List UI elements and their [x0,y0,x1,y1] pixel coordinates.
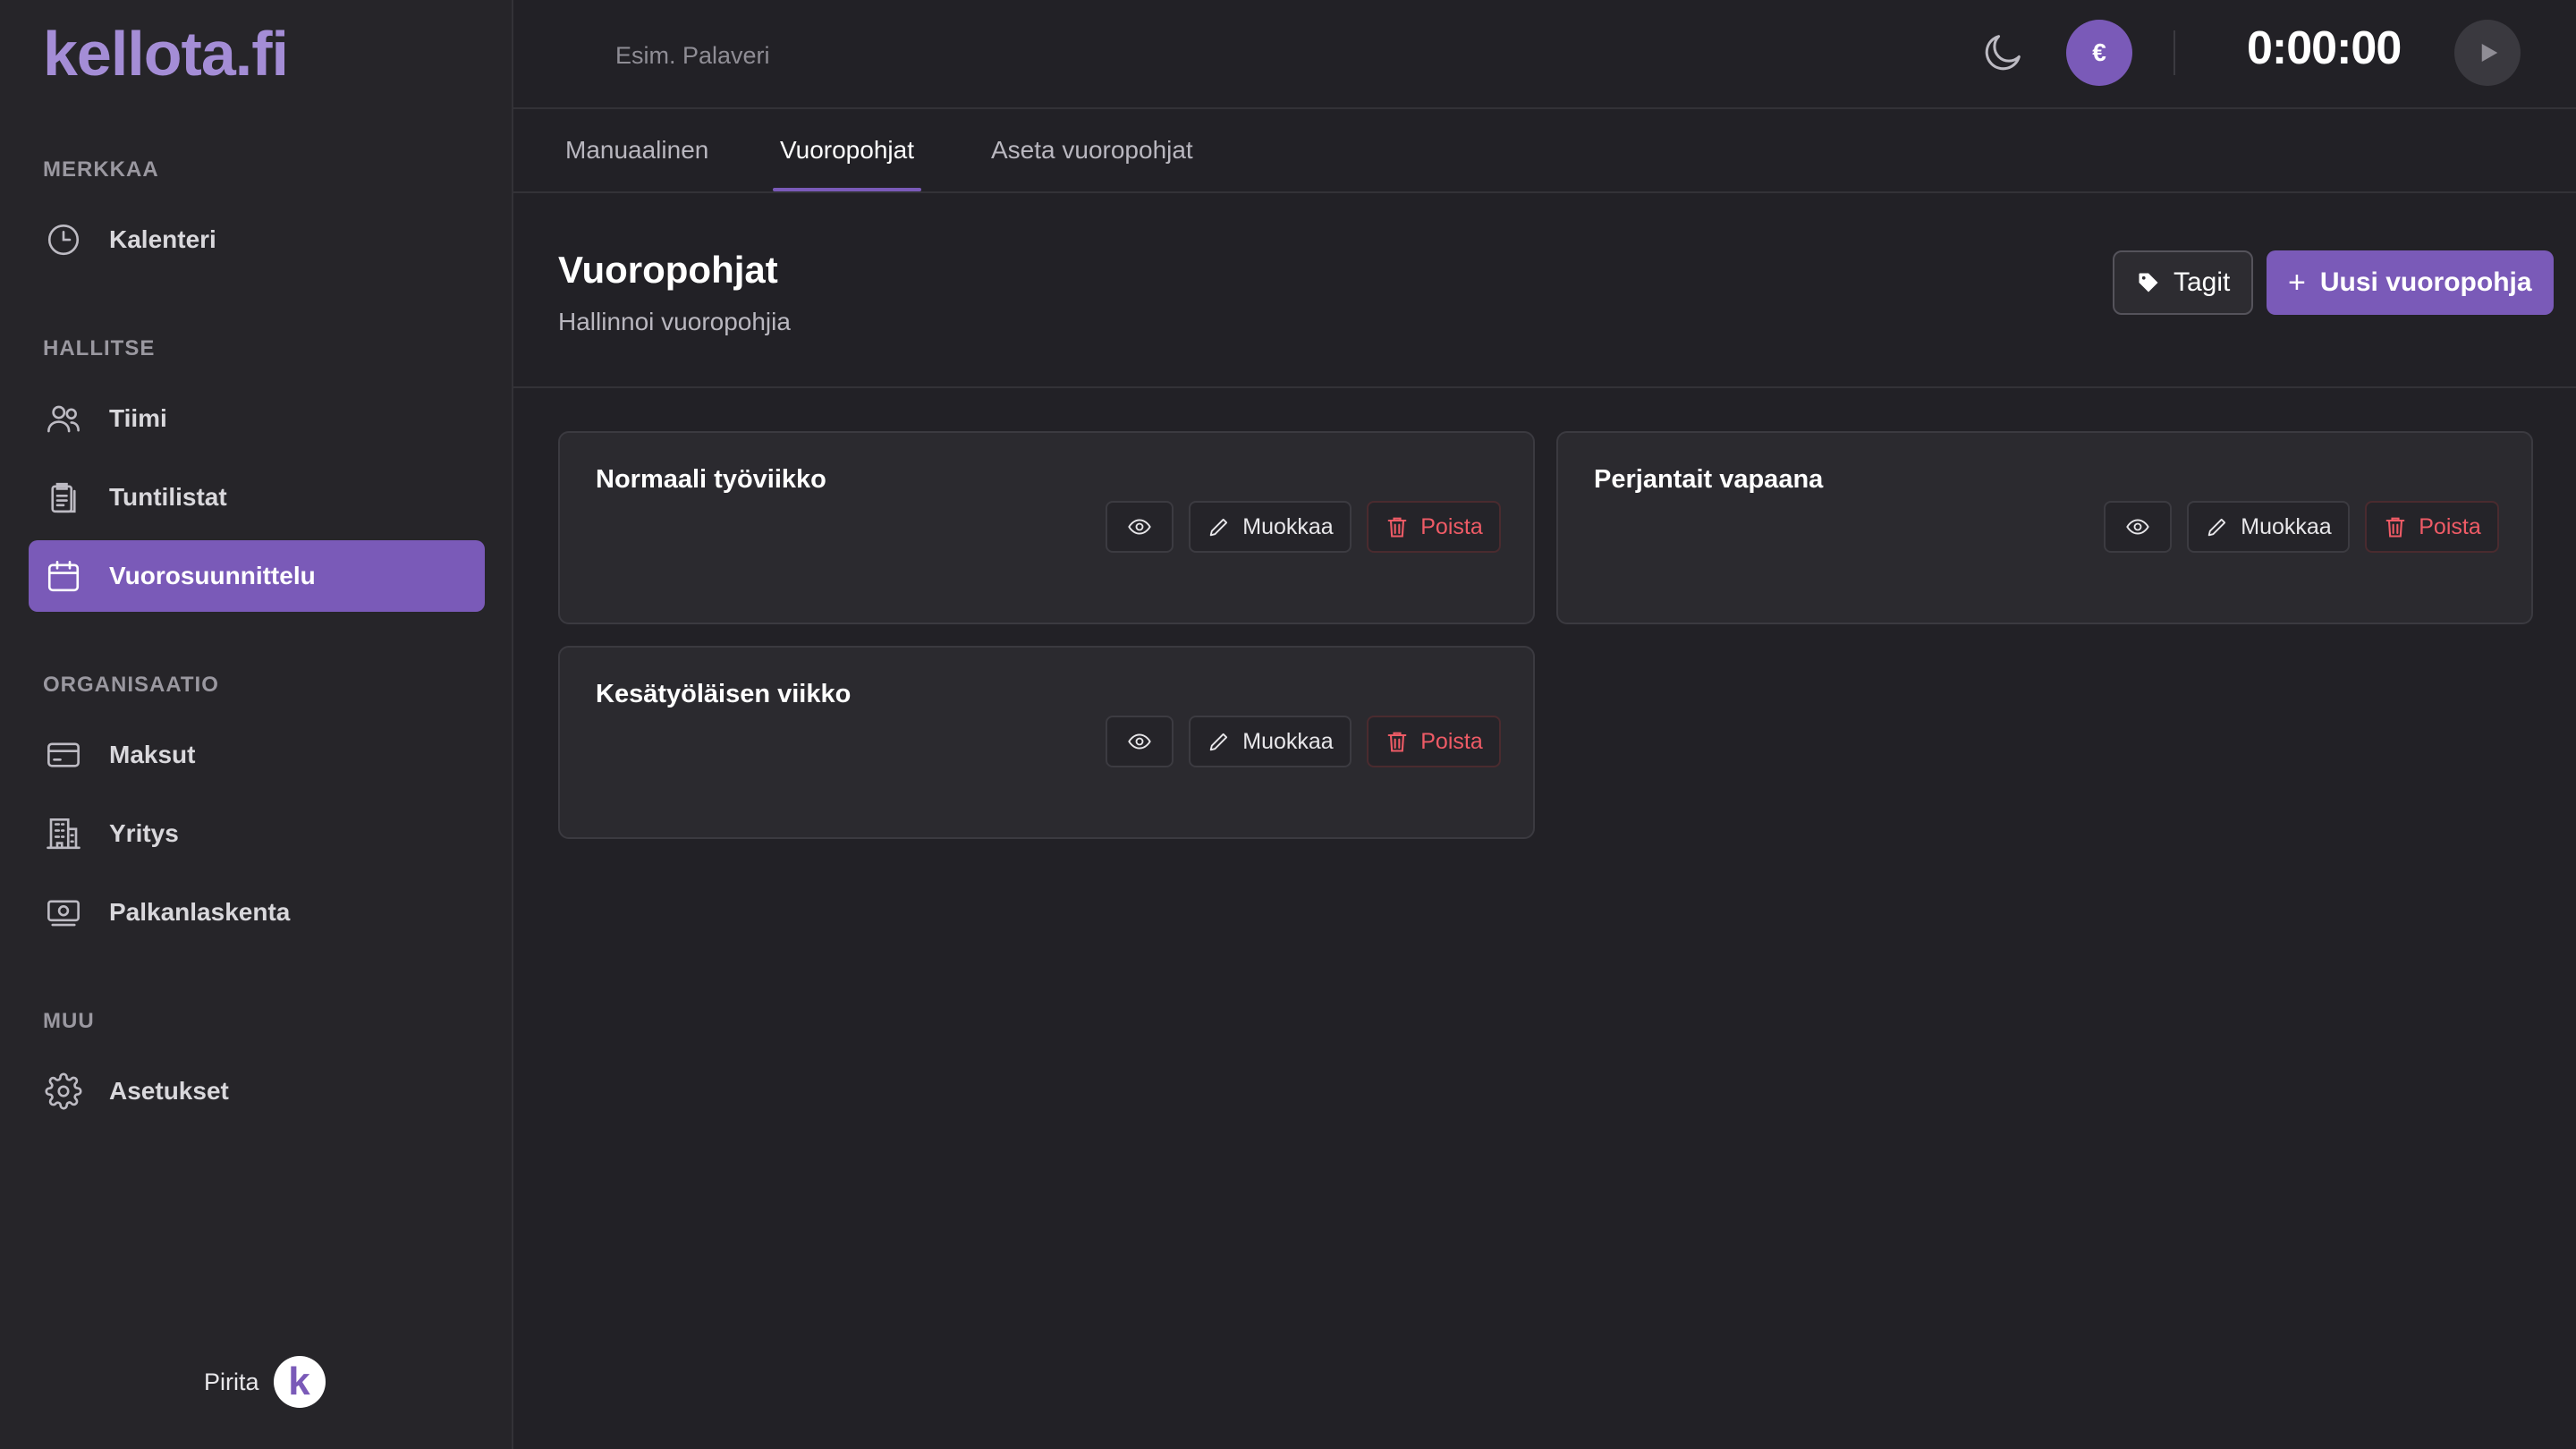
play-button[interactable] [2454,20,2521,86]
edit-button-label: Muokkaa [1242,728,1334,754]
template-card: Kesätyöläisen viikko Muokkaa Poista [558,646,1535,839]
eye-icon [1128,519,1151,535]
delete-button[interactable]: Poista [1367,501,1501,553]
sidebar-item-yritys[interactable]: Yritys [29,798,485,869]
sidebar-item-label: Tiimi [109,404,167,432]
credit-card-icon [47,742,80,767]
app-logo[interactable]: kellota.fi [43,18,289,89]
users-icon [47,405,80,433]
delete-button-label: Poista [2419,513,2481,539]
tab-vuoropohjat[interactable]: Vuoropohjat [773,109,921,191]
section-label-organisaatio: ORGANISAATIO [43,673,219,697]
pencil-icon [1209,518,1228,537]
delete-button-label: Poista [1420,513,1483,539]
tags-button[interactable]: Tagit [2113,250,2254,315]
currency-button[interactable]: € [2066,20,2132,86]
pencil-icon [1209,733,1228,751]
header-divider [2174,30,2175,75]
sidebar-item-asetukset[interactable]: Asetukset [29,1055,485,1127]
edit-button[interactable]: Muokkaa [1189,716,1352,767]
sidebar-item-kalenteri[interactable]: Kalenteri [29,204,485,275]
view-button[interactable] [2104,501,2172,553]
sidebar-item-label: Asetukset [109,1077,229,1105]
sidebar-item-maksut[interactable]: Maksut [29,719,485,791]
sidebar-item-label: Palkanlaskenta [109,898,291,926]
sidebar-item-label: Vuorosuunnittelu [109,562,316,589]
edit-button[interactable]: Muokkaa [1189,501,1352,553]
section-label-muu: MUU [43,1009,95,1033]
play-icon [2481,44,2498,62]
moon-icon[interactable] [1980,29,2027,75]
edit-button[interactable]: Muokkaa [2187,501,2350,553]
template-name: Perjantait vapaana [1594,465,1824,494]
page-header: Vuoropohjat Hallinnoi vuoropohjia Tagit … [513,193,2576,388]
sidebar-item-tuntilistat[interactable]: Tuntilistat [29,462,485,533]
tab-bar: Manuaalinen Vuoropohjat Aseta vuoropohja… [513,109,2576,193]
view-button[interactable] [1106,716,1174,767]
sidebar: kellota.fi MERKKAA Kalenteri HALLITSE Ti… [0,0,513,1449]
sidebar-item-label: Yritys [109,819,179,847]
gear-icon [45,1072,82,1110]
edit-button-label: Muokkaa [1242,513,1334,539]
tab-manuaalinen[interactable]: Manuaalinen [565,109,708,191]
eye-icon [1128,733,1151,750]
sidebar-item-label: Tuntilistat [109,483,227,511]
calendar-icon [47,560,80,592]
sidebar-item-tiimi[interactable]: Tiimi [29,383,485,454]
delete-button-label: Poista [1420,728,1483,754]
trash-icon [1387,517,1407,538]
tab-aseta-vuoropohjat[interactable]: Aseta vuoropohjat [991,109,1193,191]
template-card: Perjantait vapaana Muokkaa Poista [1556,431,2533,624]
money-icon [47,900,80,927]
template-name: Kesätyöläisen viikko [596,680,852,708]
sidebar-item-label: Kalenteri [109,225,216,253]
sidebar-item-palkanlaskenta[interactable]: Palkanlaskenta [29,877,485,948]
view-button[interactable] [1106,501,1174,553]
tag-icon [2139,273,2158,292]
tags-button-label: Tagit [2174,267,2231,297]
new-template-button-label: Uusi vuoropohja [2319,267,2532,297]
plus-icon: + [2288,265,2306,300]
section-label-hallitse: HALLITSE [43,336,156,360]
page-title: Vuoropohjat [558,249,778,291]
building-icon [47,818,80,850]
template-name: Normaali työviikko [596,465,826,494]
timer-display: 0:00:00 [2247,22,2402,74]
page-subtitle: Hallinnoi vuoropohjia [558,308,791,335]
eye-icon [2126,519,2149,535]
trash-icon [1387,732,1407,752]
clipboard-icon [51,482,76,513]
trash-icon [2385,517,2405,538]
template-card: Normaali työviikko Muokkaa Poista [558,431,1535,624]
pencil-icon [2207,518,2226,537]
sidebar-footer: Pirita k [204,1356,326,1408]
clock-icon [47,224,80,256]
edit-button-label: Muokkaa [2241,513,2332,539]
footer-user-name: Pirita [204,1368,259,1395]
task-description-input[interactable] [614,32,1118,79]
sidebar-item-vuorosuunnittelu[interactable]: Vuorosuunnittelu [29,540,485,612]
footer-logo-icon: k [273,1356,326,1408]
section-label-merkkaa: MERKKAA [43,157,159,182]
delete-button[interactable]: Poista [2365,501,2499,553]
top-bar: € 0:00:00 [513,0,2576,109]
new-template-button[interactable]: + Uusi vuoropohja [2267,250,2554,315]
delete-button[interactable]: Poista [1367,716,1501,767]
sidebar-item-label: Maksut [109,741,196,768]
